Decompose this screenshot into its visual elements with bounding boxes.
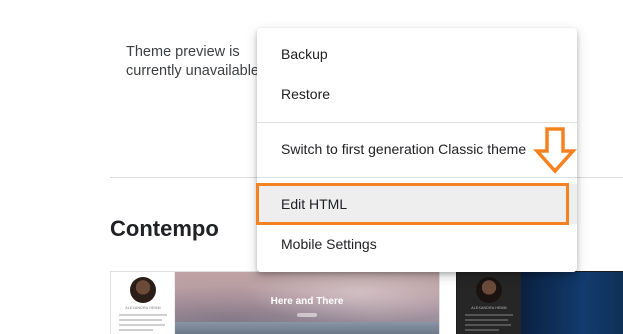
theme-thumbnail-contempo-light[interactable]: ALEXANDRA HEMM Here and There [110, 271, 440, 334]
menu-divider [257, 122, 577, 123]
menu-item-restore[interactable]: Restore [257, 74, 577, 114]
thumbnail-hero-button [297, 313, 317, 317]
theme-options-menu: Backup Restore Switch to first generatio… [257, 28, 577, 272]
thumbnail-hero-image [521, 272, 623, 334]
thumbnail-hero-image: Here and There [175, 272, 439, 334]
menu-item-backup[interactable]: Backup [257, 34, 577, 74]
thumbnail-profile-column: ALEXANDRA HEMM [111, 272, 175, 334]
theme-preview-unavailable-text: Theme preview is currently unavailable. [126, 44, 264, 79]
thumbnail-hero-title: Here and There [270, 296, 344, 307]
thumbnail-profile-column: ALEXANDRA HEMM [457, 272, 521, 334]
avatar [130, 277, 156, 303]
thumbnail-profile-name: ALEXANDRA HEMM [471, 306, 507, 310]
thumbnail-profile-text-lines [465, 314, 513, 334]
thumbnail-profile-name: ALEXANDRA HEMM [125, 306, 161, 310]
highlight-box-annotation [256, 183, 569, 225]
thumbnail-profile-text-lines [119, 314, 167, 334]
down-arrow-icon [533, 127, 577, 174]
avatar [476, 277, 502, 303]
theme-section-title: Contempo [110, 216, 219, 241]
theme-thumbnail-contempo-dark[interactable]: ALEXANDRA HEMM [456, 271, 623, 334]
menu-item-switch-classic-theme[interactable]: Switch to first generation Classic theme [257, 129, 577, 169]
menu-divider [257, 177, 577, 178]
menu-item-mobile-settings[interactable]: Mobile Settings [257, 224, 577, 264]
